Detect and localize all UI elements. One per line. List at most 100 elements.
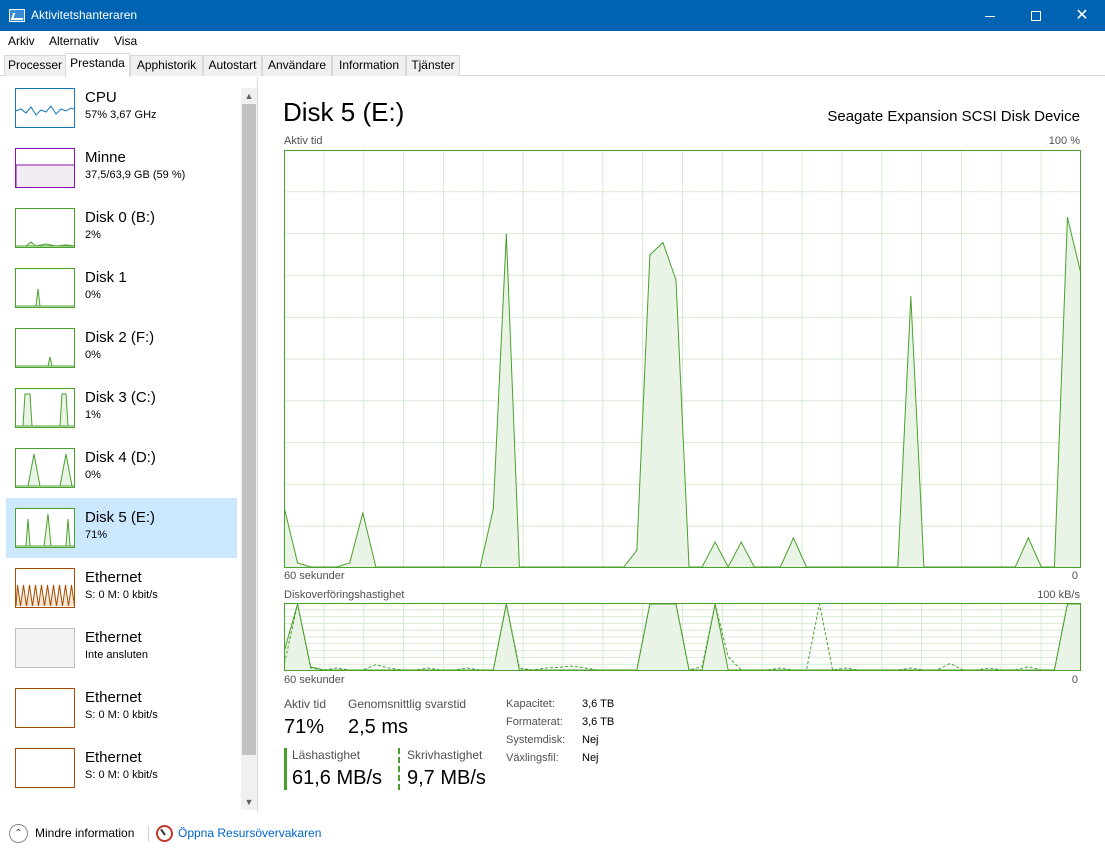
menu-arkiv[interactable]: Arkiv — [8, 34, 35, 48]
resource-name: Disk 0 (B:) — [85, 209, 156, 226]
tab-tjanster[interactable]: Tjänster — [406, 55, 460, 76]
maximize-icon — [1031, 11, 1041, 22]
resource-item[interactable]: Ethernet S: 0 M: 0 kbit/s — [6, 738, 237, 798]
disk-model: Seagate Expansion SCSI Disk Device — [827, 108, 1080, 125]
resource-item[interactable]: Ethernet Inte ansluten — [6, 618, 237, 678]
tab-processer[interactable]: Processer — [4, 55, 66, 76]
resource-item[interactable]: Disk 4 (D:) 0% — [6, 438, 237, 498]
task-manager-icon — [9, 9, 25, 22]
resource-usage: S: 0 M: 0 kbit/s — [85, 589, 158, 601]
active-time-point — [636, 549, 638, 551]
resource-thumbnail-graph — [15, 748, 75, 788]
response-time-label: Genomsnittlig svarstid — [348, 697, 467, 711]
resource-item[interactable]: Minne 37,5/63,9 GB (59 %) — [6, 138, 237, 198]
tab-information[interactable]: Information — [332, 55, 406, 76]
active-time-point — [349, 562, 351, 564]
resource-item[interactable]: Disk 5 (E:) 71% — [6, 498, 237, 558]
active-time-point — [662, 241, 664, 244]
minimize-icon — [985, 15, 995, 17]
fewer-details-link[interactable]: Mindre information — [35, 826, 134, 840]
menu-alternativ[interactable]: Alternativ — [49, 34, 99, 48]
response-time-value: 2,5 ms — [348, 716, 409, 738]
write-speed-value: 9,7 MB/s — [407, 767, 486, 789]
resource-usage: 57% 3,67 GHz — [85, 109, 157, 121]
resource-thumbnail-graph — [15, 568, 75, 608]
scroll-up-arrow-icon[interactable]: ▲ — [241, 88, 257, 104]
tab-anvandare[interactable]: Användare — [262, 55, 332, 76]
resource-thumbnail-graph — [15, 268, 75, 308]
resource-item[interactable]: Ethernet S: 0 M: 0 kbit/s — [6, 558, 237, 618]
resource-usage: 1% — [85, 409, 101, 421]
active-time-point — [505, 233, 507, 235]
minimize-button[interactable] — [967, 0, 1013, 31]
resource-item[interactable]: Ethernet S: 0 M: 0 kbit/s — [6, 678, 237, 738]
resource-thumbnail-graph — [15, 628, 75, 668]
maximize-button[interactable] — [1013, 0, 1059, 31]
write-speed-indicator — [398, 748, 400, 790]
resource-name: Disk 1 — [85, 269, 127, 286]
tab-autostart[interactable]: Autostart — [203, 55, 262, 76]
read-speed-indicator — [284, 748, 287, 790]
tab-apphistorik[interactable]: Apphistorik — [130, 55, 203, 76]
resource-thumbnail-graph — [15, 448, 75, 488]
page-file-label: Växlingsfil: — [506, 752, 559, 764]
resource-usage: S: 0 M: 0 kbit/s — [85, 769, 158, 781]
resource-item[interactable]: CPU 57% 3,67 GHz — [6, 78, 237, 138]
active-time-point — [1027, 537, 1029, 539]
resource-usage: 37,5/63,9 GB (59 %) — [85, 169, 186, 181]
read-speed-value: 61,6 MB/s — [292, 767, 383, 789]
resource-item[interactable]: Disk 2 (F:) 0% — [6, 318, 237, 378]
active-time-point — [910, 296, 912, 298]
resource-name: CPU — [85, 89, 117, 106]
active-time-label: Aktiv tid — [284, 697, 327, 711]
open-resource-monitor-link[interactable]: Öppna Resursövervakaren — [178, 826, 321, 840]
scrollbar-thumb[interactable] — [242, 104, 256, 755]
transfer-chart-time: 60 sekunder — [284, 674, 345, 686]
resource-name: Disk 2 (F:) — [85, 329, 155, 346]
active-time-value: 71% — [284, 716, 325, 738]
active-time-chart — [284, 150, 1081, 568]
tab-prestanda[interactable]: Prestanda — [65, 53, 130, 77]
active-time-point — [740, 541, 742, 543]
close-button[interactable]: ✕ — [1059, 0, 1105, 31]
active-time-point — [1066, 216, 1069, 219]
capacity-value: 3,6 TB — [582, 698, 615, 710]
transfer-rate-chart — [284, 603, 1081, 671]
footer-separator — [148, 826, 149, 842]
active-time-chart-min: 0 — [1071, 570, 1078, 582]
tab-bar: Processer Prestanda Apphistorik Autostar… — [0, 51, 1105, 77]
transfer-chart-min: 0 — [1071, 674, 1078, 686]
resource-item[interactable]: Disk 0 (B:) 2% — [6, 198, 237, 258]
resource-name: Ethernet — [85, 749, 142, 766]
resource-usage: S: 0 M: 0 kbit/s — [85, 709, 158, 721]
resource-list-scrollbar[interactable]: ▲ ▼ — [241, 88, 257, 810]
resource-name: Disk 5 (E:) — [85, 509, 156, 526]
write-speed-label: Skrivhastighet — [407, 748, 483, 762]
resource-usage: 2% — [85, 229, 101, 241]
resource-usage: 0% — [85, 349, 101, 361]
resource-thumbnail-graph — [15, 688, 75, 728]
system-disk-value: Nej — [582, 734, 599, 746]
active-time-point — [296, 562, 299, 564]
resource-name: Ethernet — [85, 689, 142, 706]
resource-list: CPU 57% 3,67 GHz Minne 37,5/63,9 GB (59 %) D… — [0, 77, 258, 812]
system-disk-label: Systemdisk: — [506, 734, 566, 746]
resource-item[interactable]: Disk 1 0% — [6, 258, 237, 318]
page-file-value: Nej — [582, 752, 599, 764]
footer: ⌃ Mindre information Öppna Resursövervak… — [0, 812, 1105, 859]
resource-item[interactable]: Disk 3 (C:) 1% — [6, 378, 237, 438]
resource-thumbnail-graph — [15, 328, 75, 368]
chevron-up-icon[interactable]: ⌃ — [9, 824, 28, 843]
active-time-point — [492, 508, 494, 510]
resource-monitor-icon[interactable] — [156, 825, 173, 842]
formatted-label: Formaterat: — [506, 716, 563, 728]
capacity-label: Kapacitet: — [506, 698, 555, 710]
menu-bar: Arkiv Alternativ Visa — [0, 31, 1105, 51]
transfer-chart-max: 100 kB/s — [1037, 589, 1080, 601]
active-time-chart-label: Aktiv tid — [284, 135, 323, 147]
menu-visa[interactable]: Visa — [114, 34, 137, 48]
resource-thumbnail-graph — [15, 88, 75, 128]
resource-name: Ethernet — [85, 629, 142, 646]
scroll-down-arrow-icon[interactable]: ▼ — [241, 794, 257, 810]
resource-thumbnail-graph — [15, 148, 75, 188]
